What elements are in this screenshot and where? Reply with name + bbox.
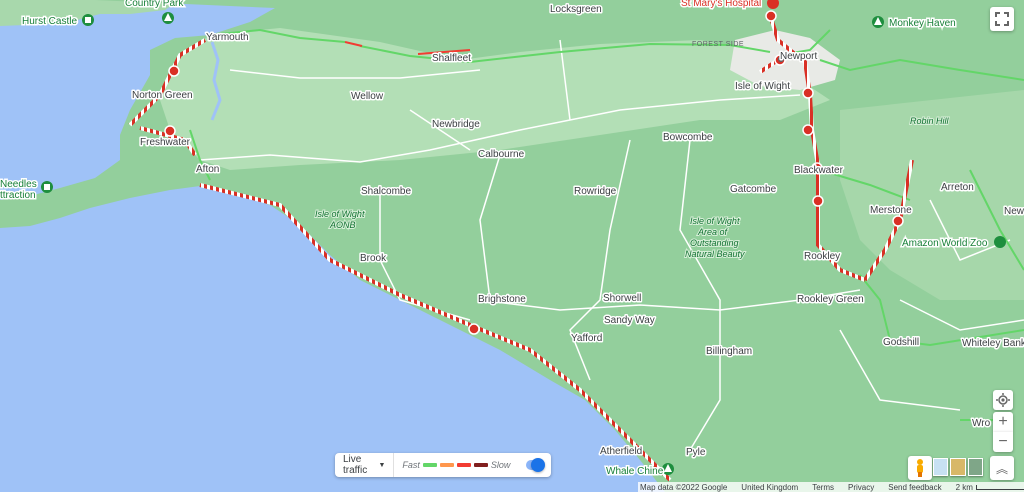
label-afton: Afton bbox=[196, 164, 219, 175]
region-link[interactable]: United Kingdom bbox=[741, 483, 798, 492]
poi-country-park-icon[interactable] bbox=[162, 12, 174, 24]
label-godshill: Godshill bbox=[883, 337, 919, 348]
label-freshwater: Freshwater bbox=[140, 137, 191, 148]
live-traffic-label: Live traffic bbox=[343, 454, 368, 476]
my-location-icon bbox=[996, 393, 1010, 407]
poi-whale-chine-icon[interactable] bbox=[662, 463, 674, 475]
chevron-up-double-icon: ︽ bbox=[995, 461, 1008, 476]
label-merstone: Merstone bbox=[870, 205, 912, 216]
label-outstanding-4: Natural Beauty bbox=[685, 249, 745, 259]
label-forest-side: FOREST SIDE bbox=[692, 41, 744, 48]
label-whale-chine: Whale Chine bbox=[606, 466, 664, 477]
label-new: New bbox=[1004, 206, 1024, 217]
label-rookley: Rookley bbox=[804, 251, 840, 262]
label-bowcombe: Bowcombe bbox=[663, 132, 713, 143]
live-traffic-dropdown[interactable]: Live traffic ▼ bbox=[335, 453, 395, 477]
label-needles-1: Needles bbox=[0, 179, 37, 190]
label-pyle: Pyle bbox=[686, 447, 706, 458]
label-yafford: Yafford bbox=[571, 333, 602, 344]
street-view-button[interactable] bbox=[908, 456, 932, 480]
zoom-in-button[interactable]: + bbox=[993, 412, 1013, 432]
label-robin-hill: Robin Hill bbox=[910, 116, 950, 126]
map-canvas[interactable]: Hurst Castle Country Park Locksgreen St … bbox=[0, 0, 1024, 492]
legend-swatch-fast bbox=[422, 463, 437, 467]
traffic-legend: Fast Slow bbox=[394, 460, 518, 470]
label-st-marys: St Mary's Hospital bbox=[681, 0, 761, 9]
label-arreton: Arreton bbox=[941, 182, 974, 193]
label-blackwater: Blackwater bbox=[794, 165, 844, 176]
scale-bar bbox=[975, 484, 1024, 490]
label-newport: Newport bbox=[780, 51, 817, 62]
legend-swatch-medium bbox=[439, 463, 454, 467]
label-outstanding-1: Isle of Wight bbox=[690, 216, 740, 226]
label-calbourne: Calbourne bbox=[478, 149, 525, 160]
label-gatcombe: Gatcombe bbox=[730, 184, 777, 195]
collapse-button[interactable]: ︽ bbox=[990, 456, 1014, 480]
label-whiteley-bank: Whiteley Bank bbox=[962, 338, 1024, 349]
caret-down-icon: ▼ bbox=[378, 461, 386, 469]
fullscreen-button[interactable] bbox=[990, 7, 1014, 31]
label-newbridge: Newbridge bbox=[432, 119, 480, 130]
legend-fast-label: Fast bbox=[402, 460, 420, 470]
layer-terrain-thumb[interactable] bbox=[950, 458, 966, 476]
label-aonb-2: AONB bbox=[329, 220, 356, 230]
label-hurst-castle: Hurst Castle bbox=[22, 16, 77, 27]
label-brighstone: Brighstone bbox=[478, 294, 526, 305]
pegman-icon bbox=[917, 459, 923, 477]
label-wro: Wro bbox=[972, 418, 991, 429]
label-shalfleet: Shalfleet bbox=[432, 53, 471, 64]
traffic-toggle-switch[interactable] bbox=[526, 458, 545, 472]
map-data-text: Map data ©2022 Google bbox=[640, 482, 728, 492]
poi-amazon-zoo-icon[interactable] bbox=[994, 236, 1006, 248]
label-amazon-zoo: Amazon World Zoo bbox=[902, 238, 988, 249]
label-aonb-1: Isle of Wight bbox=[315, 209, 365, 219]
poi-needles-icon[interactable] bbox=[41, 181, 53, 193]
scale-label: 2 km bbox=[955, 482, 973, 492]
fullscreen-icon bbox=[995, 12, 1009, 26]
label-wellow: Wellow bbox=[351, 91, 384, 102]
scale-indicator[interactable]: 2 km bbox=[956, 483, 1024, 492]
layer-default-thumb[interactable] bbox=[933, 458, 949, 476]
label-rowridge: Rowridge bbox=[574, 186, 617, 197]
legend-swatch-slow bbox=[456, 463, 471, 467]
plus-icon: + bbox=[998, 413, 1008, 430]
label-monkey-haven: Monkey Haven bbox=[889, 18, 956, 29]
layer-satellite-thumb[interactable] bbox=[967, 458, 983, 476]
label-norton-green: Norton Green bbox=[132, 90, 193, 101]
switch-knob bbox=[531, 458, 545, 472]
poi-monkey-haven-icon[interactable] bbox=[872, 16, 884, 28]
layer-thumbnails[interactable] bbox=[933, 458, 983, 478]
label-atherfield: Atherfield bbox=[600, 446, 642, 457]
traffic-panel: Live traffic ▼ Fast Slow bbox=[335, 453, 551, 477]
label-country-park: Country Park bbox=[125, 0, 184, 9]
poi-hurst-castle-icon[interactable] bbox=[82, 14, 94, 26]
label-shalcombe: Shalcombe bbox=[361, 186, 411, 197]
attribution-bar: Map data ©2022 Google United Kingdom Ter… bbox=[638, 482, 1024, 492]
label-outstanding-2: Area of bbox=[697, 227, 729, 237]
send-feedback-link[interactable]: Send feedback bbox=[888, 483, 941, 492]
legend-slow-label: Slow bbox=[490, 460, 511, 470]
zoom-out-button[interactable]: − bbox=[993, 432, 1013, 452]
label-brook: Brook bbox=[360, 253, 387, 264]
privacy-link[interactable]: Privacy bbox=[848, 483, 874, 492]
label-shorwell: Shorwell bbox=[603, 293, 641, 304]
label-needles-2: ttraction bbox=[0, 190, 36, 201]
minus-icon: − bbox=[998, 433, 1008, 450]
label-locksgreen: Locksgreen bbox=[550, 4, 602, 15]
label-rookley-green: Rookley Green bbox=[797, 294, 864, 305]
label-isle-of-wight: Isle of Wight bbox=[735, 81, 790, 92]
label-billingham: Billingham bbox=[706, 346, 752, 357]
my-location-button[interactable] bbox=[993, 390, 1013, 410]
legend-swatch-very-slow bbox=[473, 463, 488, 467]
label-yarmouth: Yarmouth bbox=[206, 32, 249, 43]
terms-link[interactable]: Terms bbox=[812, 483, 834, 492]
label-sandy-way: Sandy Way bbox=[604, 315, 655, 326]
label-outstanding-3: Outstanding bbox=[690, 238, 739, 248]
